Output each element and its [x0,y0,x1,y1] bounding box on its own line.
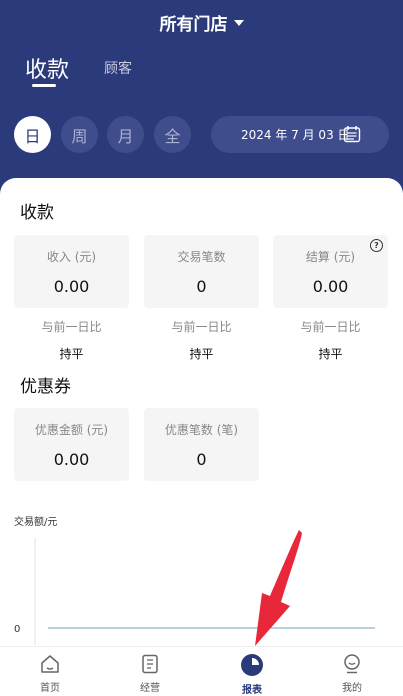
stat-label: 结算 (元) [305,250,356,264]
stat-value: 0.00 [312,277,349,296]
stat-label: 优惠笔数 (笔) [164,423,239,437]
stat-value: 0.00 [53,450,90,469]
comparison-label: 与前一日比 [300,320,361,334]
chart-y-axis-label: 交易额/元 [14,517,58,528]
date-picker-value[interactable]: 2024 年 7 月 03 日 [241,126,350,143]
nav-business[interactable]: 经营 [120,653,180,694]
bottom-navigation: 首页 经营 报表 我的 [0,646,403,696]
tab-customers[interactable]: 顾客 [104,58,132,78]
store-selector[interactable]: 所有门店 [0,10,403,35]
pie-chart-icon [241,654,263,676]
stat-value: 0 [196,450,207,469]
comparison-value: 持平 [189,347,214,361]
period-month-button[interactable]: 月 [107,116,144,153]
income-stat: 收入 (元) 0.00 [14,235,129,308]
home-icon [41,655,59,673]
comparison-label: 与前一日比 [41,320,102,334]
date-picker[interactable]: 2024 年 7 月 03 日 [211,116,389,153]
period-week-button[interactable]: 周 [61,116,98,153]
period-day-button[interactable]: 日 [14,116,51,153]
transaction-chart: 0 [14,538,375,645]
ledger-icon [142,654,158,674]
period-all-button[interactable]: 全 [154,116,191,153]
nav-label: 报表 [242,685,262,696]
comparison-value: 持平 [59,347,84,361]
nav-profile[interactable]: 我的 [322,653,382,694]
discount-count-stat: 优惠笔数 (笔) 0 [144,408,259,481]
help-icon[interactable]: ? [370,239,383,252]
chart-y-tick-label: 0 [14,624,20,635]
income-comparison: 与前一日比 持平 [14,318,129,362]
nav-home[interactable]: 首页 [20,653,80,694]
calendar-icon[interactable] [343,125,361,143]
active-tab-indicator [32,84,56,87]
stat-value: 0 [196,277,207,296]
caret-down-icon[interactable] [233,20,244,26]
tab-payments[interactable]: 收款 [25,52,69,84]
stat-value: 0.00 [53,277,90,296]
coupon-section-title: 优惠券 [20,377,71,397]
settlement-comparison: 与前一日比 持平 [273,318,388,362]
transaction-comparison: 与前一日比 持平 [144,318,259,362]
nav-label: 首页 [40,683,60,694]
profile-icon [344,654,360,674]
store-selector-label[interactable]: 所有门店 [160,15,228,35]
nav-label: 经营 [140,683,160,694]
payment-section-title: 收款 [20,203,54,223]
stat-label: 交易笔数 [177,250,226,264]
discount-amount-stat: 优惠金额 (元) 0.00 [14,408,129,481]
nav-label: 我的 [342,683,362,694]
comparison-value: 持平 [318,347,343,361]
transaction-count-stat: 交易笔数 0 [144,235,259,308]
stat-label: 优惠金额 (元) [34,423,109,437]
stat-label: 收入 (元) [46,250,97,264]
nav-reports[interactable]: 报表 [222,653,282,696]
comparison-label: 与前一日比 [171,320,232,334]
